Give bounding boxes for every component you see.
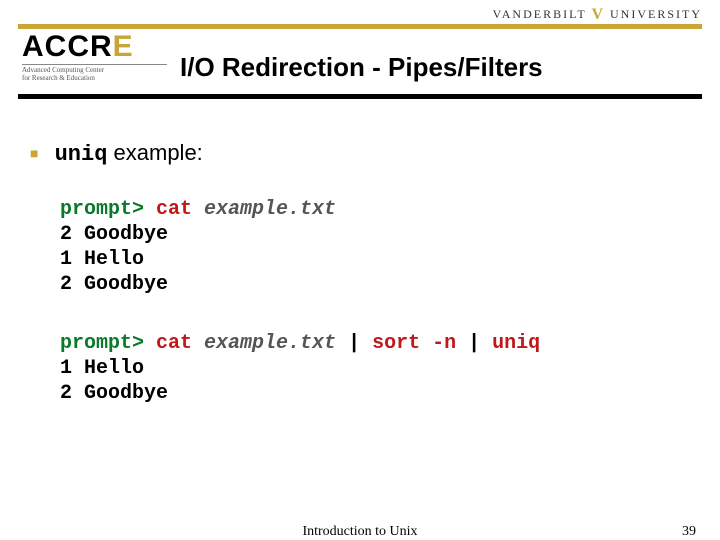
logo-sub-line2: for Research & Education	[22, 74, 95, 82]
accre-logo-text: ACCRE	[22, 32, 167, 62]
bullet-uniq-example: uniq example:	[30, 140, 690, 167]
cmd-cat: cat	[144, 198, 204, 221]
accre-logo: ACCRE Advanced Computing Center for Rese…	[22, 32, 167, 82]
footer-title: Introduction to Unix	[0, 524, 720, 540]
logo-pre: ACCR	[22, 30, 113, 63]
bullet-rest: example:	[107, 140, 202, 165]
accre-logo-subtitle: Advanced Computing Center for Research &…	[22, 64, 167, 82]
prompt-text-2: prompt>	[60, 332, 144, 355]
cmd-uniq: uniq	[492, 332, 540, 355]
prompt-text: prompt>	[60, 198, 144, 221]
slide-title: I/O Redirection - Pipes/Filters	[180, 52, 543, 83]
header-black-rule	[18, 94, 702, 99]
vanderbilt-v-icon: V	[591, 6, 605, 23]
code-block-pipe: prompt> cat example.txt | sort -n | uniq…	[60, 331, 690, 406]
vanderbilt-wordmark: VANDERBILT V UNIVERSITY	[493, 6, 702, 24]
slide-header: VANDERBILT V UNIVERSITY ACCRE Advanced C…	[0, 0, 720, 100]
slide-content: uniq example: prompt> cat example.txt 2 …	[30, 140, 690, 440]
footer-page-number: 39	[682, 524, 696, 540]
code-block-cat: prompt> cat example.txt 2 Goodbye 1 Hell…	[60, 197, 690, 297]
cmd-sort: sort -n	[372, 332, 456, 355]
bullet-cmd: uniq	[55, 142, 108, 167]
header-gold-rule	[18, 24, 702, 29]
logo-e: E	[113, 30, 134, 63]
arg-filename: example.txt	[204, 198, 336, 221]
pipe-2: |	[456, 332, 492, 355]
output-cat: 2 Goodbye 1 Hello 2 Goodbye	[60, 223, 168, 296]
pipe-1: |	[336, 332, 372, 355]
vanderbilt-text-right: UNIVERSITY	[610, 7, 702, 21]
arg-filename-2: example.txt	[204, 332, 336, 355]
vanderbilt-text-left: VANDERBILT	[493, 7, 587, 21]
output-pipe: 1 Hello 2 Goodbye	[60, 357, 168, 405]
cmd-cat-2: cat	[144, 332, 204, 355]
